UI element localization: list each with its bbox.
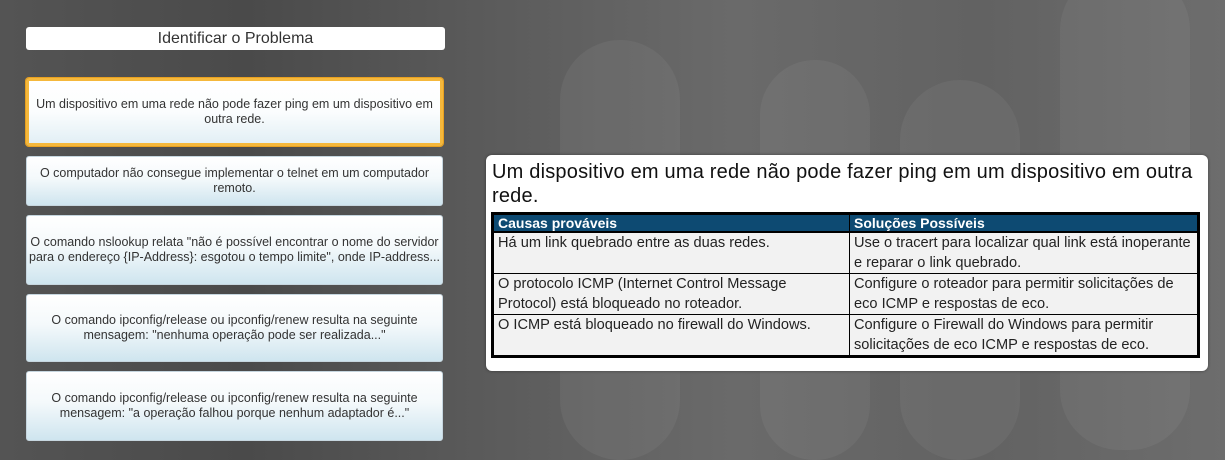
option-label: O comando nslookup relata "não é possíve… (29, 235, 440, 264)
option-label: O computador não consegue implementar o … (39, 166, 430, 195)
column-header-causes: Causas prováveis (492, 213, 850, 233)
table-header-row: Causas prováveis Soluções Possíveis (492, 213, 1199, 233)
option-ping-problem[interactable]: Um dispositivo em uma rede não pode faze… (26, 78, 443, 146)
table-row: O protocolo ICMP (Internet Control Messa… (492, 273, 1199, 315)
cause-cell: O protocolo ICMP (Internet Control Messa… (492, 273, 850, 315)
option-ipconfig-failed[interactable]: O comando ipconfig/release ou ipconfig/r… (26, 371, 443, 441)
page-title: Identificar o Problema (26, 27, 445, 50)
detail-title: Um dispositivo em uma rede não pode faze… (492, 161, 1193, 207)
option-label: Um dispositivo em uma rede não pode faze… (36, 97, 433, 126)
solution-cell: Use o tracert para localizar qual link e… (849, 231, 1199, 274)
table-row: O ICMP está bloqueado no firewall do Win… (492, 314, 1199, 357)
detail-panel: Um dispositivo em uma rede não pode faze… (486, 155, 1208, 371)
solution-cell: Configure o Firewall do Windows para per… (849, 314, 1199, 357)
option-label: O comando ipconfig/release ou ipconfig/r… (51, 391, 418, 420)
table-row: Há um link quebrado entre as duas redes.… (492, 231, 1199, 274)
cause-cell: O ICMP está bloqueado no firewall do Win… (492, 314, 850, 357)
option-label: O comando ipconfig/release ou ipconfig/r… (51, 313, 418, 342)
cause-cell: Há um link quebrado entre as duas redes. (492, 231, 850, 274)
option-ipconfig-no-operation[interactable]: O comando ipconfig/release ou ipconfig/r… (26, 294, 443, 362)
causes-solutions-table: Causas prováveis Soluções Possíveis Há u… (491, 212, 1200, 358)
column-header-solutions: Soluções Possíveis (849, 213, 1199, 233)
option-telnet-problem[interactable]: O computador não consegue implementar o … (26, 156, 443, 206)
solution-cell: Configure o roteador para permitir solic… (849, 273, 1199, 315)
option-nslookup-problem[interactable]: O comando nslookup relata "não é possíve… (26, 215, 443, 285)
